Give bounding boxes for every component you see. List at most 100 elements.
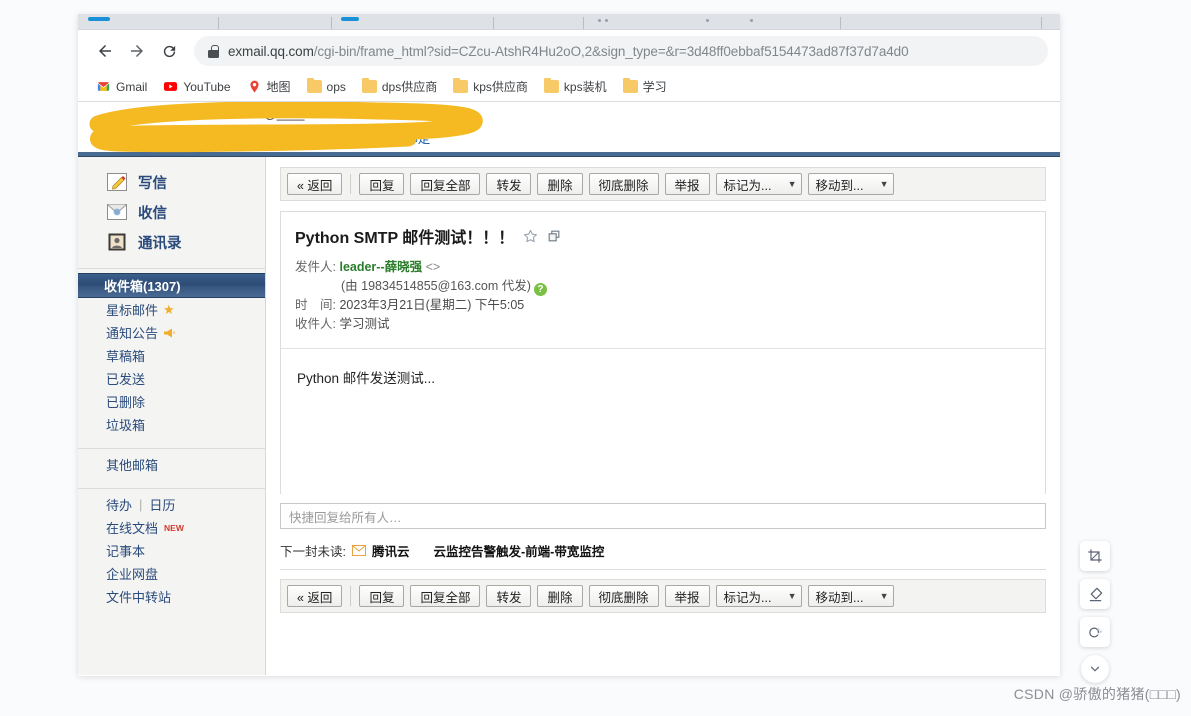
report-button[interactable]: 举报 (664, 173, 710, 195)
sidebar-divider (78, 448, 265, 449)
sidebar-item-notepad[interactable]: 记事本 (78, 539, 265, 562)
sidebar-item-file-transfer[interactable]: 文件中转站 (78, 585, 265, 608)
delete-button[interactable]: 删除 (537, 585, 583, 607)
crop-tool-button[interactable] (1080, 541, 1110, 571)
browser-window: exmail.qq.com/cgi-bin/frame_html?sid=CZc… (78, 14, 1060, 676)
delete-forever-button[interactable]: 彻底删除 (588, 173, 659, 195)
sidebar-item-deleted[interactable]: 已删除 (78, 390, 265, 413)
message-container: Python SMTP 邮件测试！！！ 发件人: leader--薛晓强 <> … (280, 211, 1046, 494)
mosaic-tool-button[interactable] (1080, 617, 1110, 647)
page-title: Python SMTP 邮件测试！！！ (295, 230, 515, 247)
browser-tab-strip[interactable] (78, 14, 1060, 30)
bookmark-maps[interactable]: 地图 (241, 75, 297, 98)
message-subject-row: Python SMTP 邮件测试！！！ (295, 224, 1029, 248)
quick-reply-input[interactable]: 快捷回复给所有人… (280, 503, 1046, 529)
sidebar-item-online-docs[interactable]: 在线文档 NEW (78, 516, 265, 539)
back-button[interactable]: « 返回 (287, 585, 343, 607)
sidebar-item-drafts[interactable]: 草稿箱 (78, 344, 265, 367)
message-toolbar-bottom: « 返回 回复 回复全部 转发 删除 彻底删除 举报 标记为... ▼ 移动到.… (280, 579, 1046, 613)
bookmark-dps-suppliers[interactable]: dps供应商 (356, 75, 443, 98)
chevron-down-icon: ▼ (787, 591, 797, 601)
new-badge: NEW (164, 522, 184, 533)
sidebar-item-sent[interactable]: 已发送 (78, 367, 265, 390)
reply-all-button[interactable]: 回复全部 (410, 585, 481, 607)
quick-reply-placeholder: 快捷回复给所有人… (289, 510, 402, 525)
tab-divider (331, 17, 332, 29)
forward-button[interactable] (122, 36, 152, 66)
header-link-settings[interactable]: 设置 (311, 132, 336, 146)
report-button[interactable]: 举报 (664, 585, 710, 607)
reload-button[interactable] (154, 36, 184, 66)
reply-all-button[interactable]: 回复全部 (410, 173, 481, 195)
sidebar-item-compose[interactable]: 写信 (106, 167, 265, 197)
sidebar-item-announcements[interactable]: 通知公告 (78, 321, 265, 344)
bookmark-study[interactable]: 学习 (617, 75, 673, 98)
move-to-label: 移动到... (815, 590, 864, 605)
sidebar-item-label: 写信 (138, 175, 167, 192)
star-outline-icon[interactable] (523, 229, 538, 244)
message-meta: 发件人: leader--薛晓强 <> (由 19834514855@163.c… (295, 258, 1029, 334)
back-button[interactable] (90, 36, 120, 66)
bookmark-label: dps供应商 (381, 80, 438, 94)
tab-divider (218, 17, 219, 29)
sidebar-item-label: 通知公告 (106, 326, 159, 341)
mark-as-label: 标记为... (723, 590, 772, 605)
sidebar-item-spam[interactable]: 垃圾箱 (78, 413, 265, 436)
from-value: leader--薛晓强 (339, 260, 423, 274)
reload-icon (163, 45, 175, 57)
tab-divider (1041, 17, 1042, 29)
reply-button[interactable]: 回复 (359, 585, 405, 607)
mark-as-select[interactable]: 标记为... ▼ (715, 585, 802, 607)
address-bar[interactable]: exmail.qq.com/cgi-bin/frame_html?sid=CZc… (194, 36, 1048, 66)
next-unread-sender[interactable]: 腾讯云 (372, 541, 410, 560)
message-from-row: 发件人: leader--薛晓强 <> (295, 258, 1029, 277)
bookmark-gmail[interactable]: Gmail (90, 76, 153, 97)
sidebar-item-starred[interactable]: 星标邮件 ★ (78, 298, 265, 321)
mosaic-icon (1088, 627, 1102, 637)
sidebar-item-enterprise-disk[interactable]: 企业网盘 (78, 562, 265, 585)
collapse-tools-button[interactable] (1081, 655, 1109, 683)
bookmark-label: kps装机 (563, 80, 607, 94)
bookmark-youtube[interactable]: YouTube (157, 76, 236, 97)
sidebar-item-label: 已删除 (106, 395, 146, 410)
bookmark-label: kps供应商 (473, 80, 528, 94)
folder-icon (361, 77, 377, 93)
webpage-viewport: rks @____works.com> 箱首页|设置-换肤|微信绑定 (78, 102, 1060, 675)
header-link-skin[interactable]: 换肤 (346, 132, 371, 146)
back-button[interactable]: « 返回 (287, 173, 343, 195)
chevron-down-icon (1090, 666, 1100, 672)
bookmark-ops[interactable]: ops (301, 77, 352, 97)
reply-button[interactable]: 回复 (359, 173, 405, 195)
tab-divider (840, 17, 841, 29)
sidebar-item-other-mailbox[interactable]: 其他邮箱 (78, 453, 265, 476)
move-to-select[interactable]: 移动到... ▼ (807, 173, 894, 195)
bookmark-label: 地图 (266, 80, 291, 94)
folder-icon (453, 77, 469, 93)
forward-button[interactable]: 转发 (486, 173, 532, 195)
header-link-home[interactable]: 箱首页 (264, 132, 302, 146)
header-link-wechat-bind[interactable]: 微信绑定 (380, 132, 430, 146)
mark-as-select[interactable]: 标记为... ▼ (715, 173, 802, 195)
sidebar-item-contacts[interactable]: 通讯录 (106, 227, 265, 257)
question-mark-icon[interactable]: ? (533, 283, 547, 296)
bookmark-kps-suppliers[interactable]: kps供应商 (447, 75, 534, 98)
move-to-select[interactable]: 移动到... ▼ (807, 585, 894, 607)
sidebar-item-inbox[interactable]: 收件箱(1307) (78, 273, 265, 298)
bookmarks-bar: Gmail YouTube 地图 ops dps供应商 kps供应商 kps装机… (78, 72, 1060, 102)
sidebar-item-receive[interactable]: 收信 (106, 197, 265, 227)
sidebar-item-todo[interactable]: 待办 (106, 495, 132, 514)
sidebar-item-label: 在线文档 (106, 521, 159, 536)
next-unread-subject[interactable]: 云监控告警触发-前端-带宽监控 (434, 541, 605, 560)
forward-button[interactable]: 转发 (486, 585, 532, 607)
delete-forever-button[interactable]: 彻底删除 (588, 585, 659, 607)
tab-indicator (88, 17, 110, 21)
sidebar-item-calendar[interactable]: 日历 (149, 495, 175, 514)
sidebar-divider (78, 268, 265, 269)
bookmark-kps-install[interactable]: kps装机 (538, 75, 613, 98)
eraser-tool-button[interactable] (1080, 579, 1110, 609)
message-agent-row: (由 19834514855@163.com 代发)? (295, 277, 1029, 296)
open-in-new-window-icon[interactable] (547, 229, 561, 243)
time-label: 时 间: (295, 298, 336, 312)
delete-button[interactable]: 删除 (537, 173, 583, 195)
